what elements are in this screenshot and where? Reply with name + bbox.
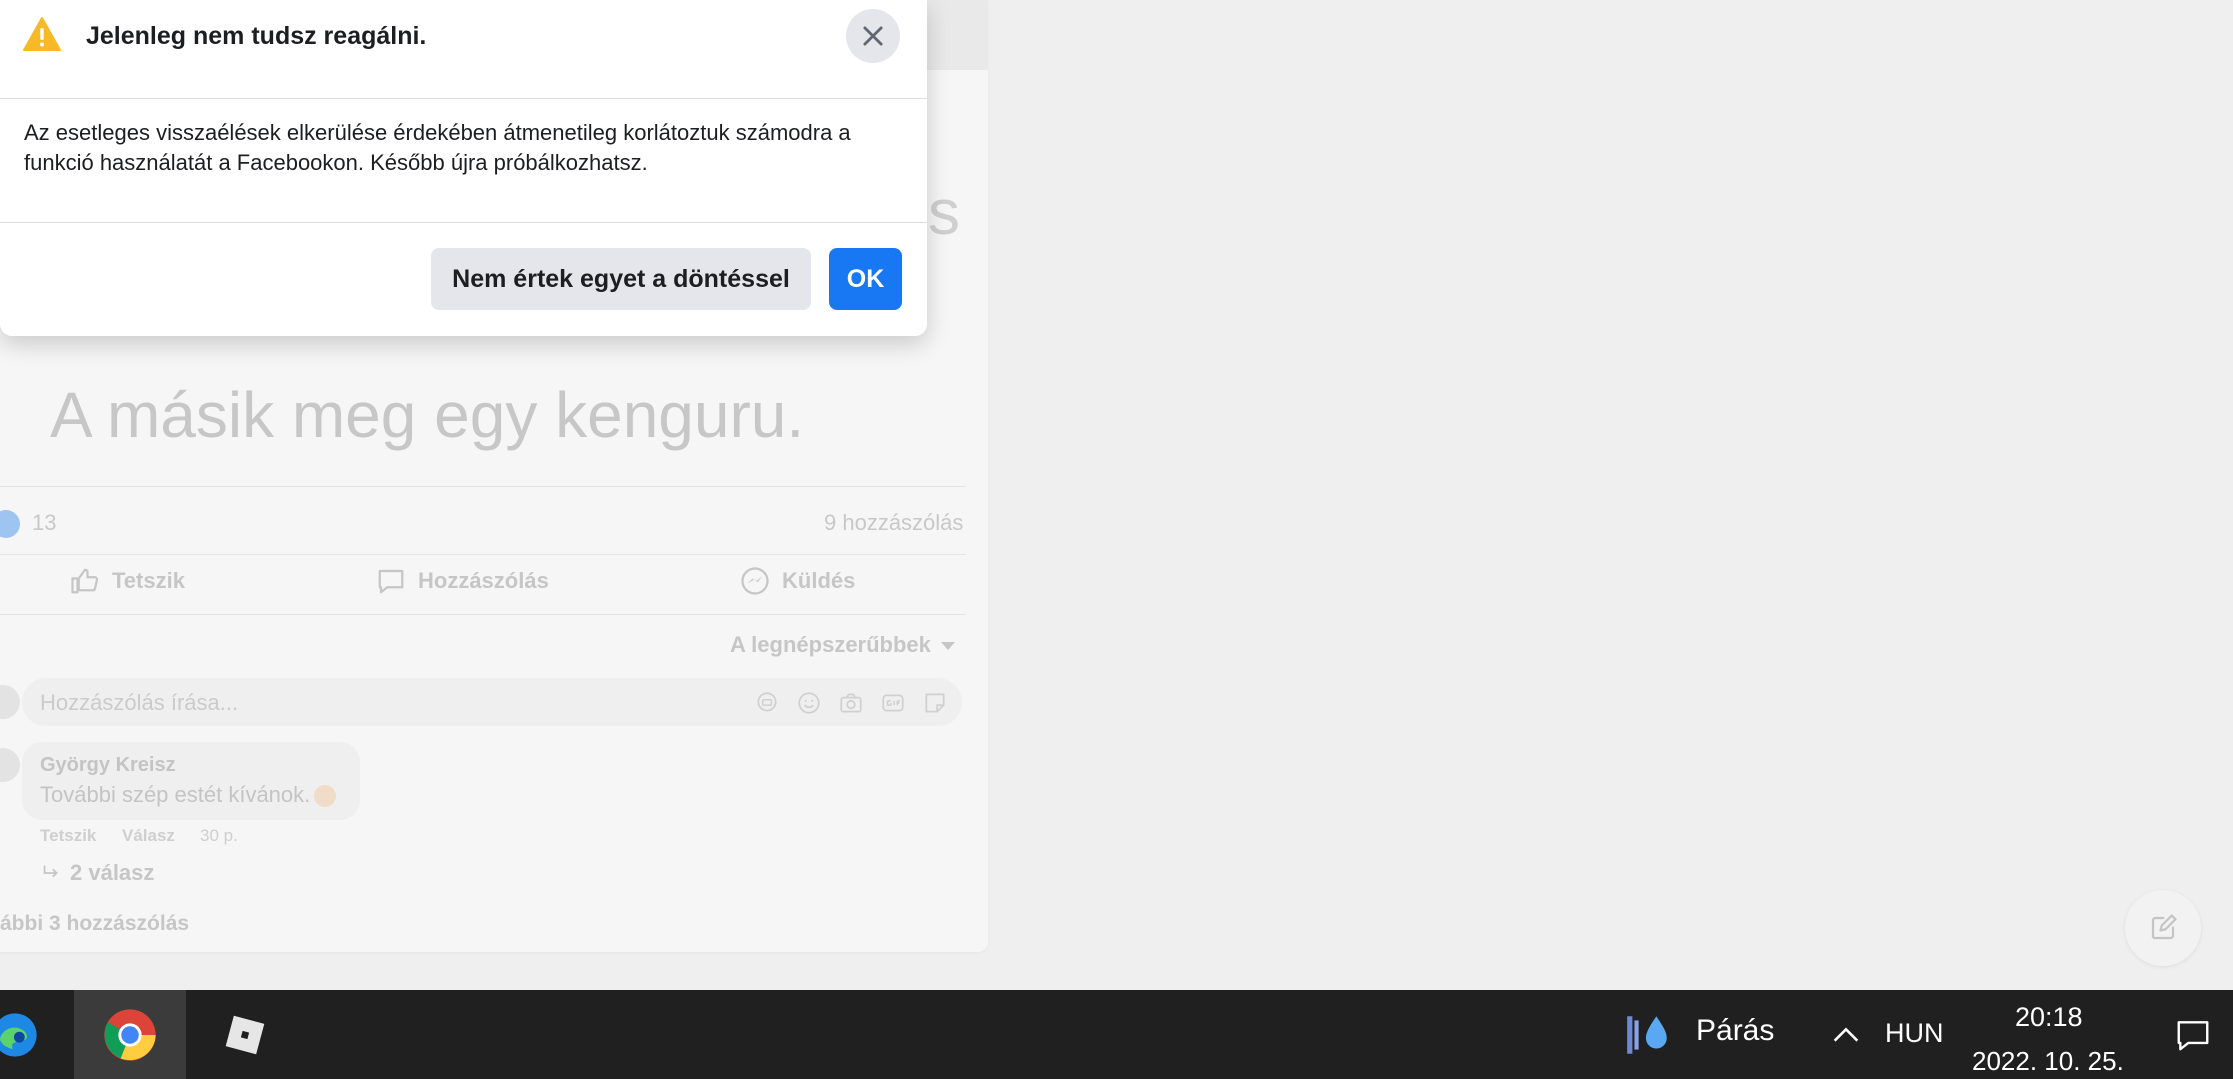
- comment-time[interactable]: 30 p.: [200, 826, 238, 846]
- speech-bubble-icon: [378, 569, 404, 594]
- thumbs-up-icon: [71, 568, 99, 594]
- weather-widget-icon-wrap[interactable]: [1622, 990, 1674, 1079]
- clock-date[interactable]: 2022. 10. 25.: [1972, 1046, 2124, 1077]
- edge-icon: [0, 1012, 37, 1057]
- comment-count[interactable]: 9 hozzászólás: [824, 510, 963, 536]
- divider: [0, 486, 966, 487]
- post-title-fragment: s: [928, 176, 960, 248]
- chrome-icon: [104, 1008, 156, 1061]
- notification-icon: [2177, 1020, 2209, 1050]
- sort-label: A legnépszerűbbek: [730, 632, 931, 657]
- warning-icon: [23, 17, 61, 51]
- chevron-up-icon: [1833, 1027, 1859, 1042]
- ok-button[interactable]: OK: [829, 248, 902, 310]
- like-label: Tetszik: [112, 568, 185, 593]
- post-image-edge: [926, 0, 988, 70]
- clapping-hands-emoji-icon: [314, 785, 337, 808]
- dialog-title: Jelenleg nem tudsz reagálni.: [86, 22, 427, 50]
- dialog-divider: [0, 98, 927, 99]
- reaction-blocked-dialog: Jelenleg nem tudsz reagálni. Az esetlege…: [0, 0, 927, 336]
- divider: [0, 554, 966, 555]
- comment-button[interactable]: Hozzászólás: [376, 566, 549, 596]
- action-center-button[interactable]: [2166, 990, 2220, 1079]
- comment-label: Hozzászólás: [418, 568, 549, 593]
- messenger-icon: [741, 567, 769, 595]
- reaction-count[interactable]: 13: [32, 510, 56, 536]
- dialog-divider: [0, 222, 927, 223]
- close-button[interactable]: [846, 9, 900, 63]
- disagree-button[interactable]: Nem értek egyet a döntéssel: [431, 248, 811, 310]
- comment-input-icons: [754, 690, 948, 716]
- comment-bubble: György Kreisz További szép estét kívánok…: [22, 742, 360, 820]
- send-label: Küldés: [782, 568, 856, 593]
- compose-icon: [2151, 914, 2177, 940]
- caret-down-icon: [940, 642, 955, 651]
- view-replies-link[interactable]: 2 válasz: [40, 860, 154, 886]
- taskbar-edge-button[interactable]: [0, 990, 50, 1079]
- view-more-comments-link[interactable]: ábbi 3 hozzászólás: [0, 912, 189, 936]
- comment-like-link[interactable]: Tetszik: [40, 826, 96, 846]
- replies-label: 2 válasz: [70, 860, 155, 885]
- dialog-message: Az esetleges visszaélések elkerülése érd…: [24, 120, 851, 175]
- comment-placeholder: Hozzászólás írása...: [40, 690, 239, 715]
- divider: [0, 614, 966, 615]
- new-message-button[interactable]: [2125, 890, 2201, 966]
- input-language[interactable]: HUN: [1885, 1018, 1944, 1049]
- comment-reply-link[interactable]: Válasz: [122, 826, 175, 846]
- show-hidden-icons-button[interactable]: [1826, 990, 1866, 1079]
- windows-taskbar: Párás HUN 20:18 2022. 10. 25.: [0, 990, 2233, 1079]
- weather-text[interactable]: Párás: [1696, 1014, 1774, 1048]
- close-icon: [863, 26, 883, 46]
- comment-text: További szép estét kívánok.: [40, 782, 337, 808]
- clock-time[interactable]: 20:18: [2015, 1002, 2083, 1033]
- like-reaction-icon[interactable]: [0, 510, 20, 538]
- taskbar-roblox-button[interactable]: [205, 990, 285, 1079]
- send-button[interactable]: Küldés: [740, 566, 855, 596]
- camera-icon[interactable]: [838, 690, 864, 716]
- post-text: A másik meg egy kenguru.: [50, 379, 805, 451]
- taskbar-chrome-button[interactable]: [74, 990, 186, 1079]
- reply-arrow-icon: [43, 865, 58, 878]
- sticker-icon[interactable]: [922, 690, 948, 716]
- gif-icon[interactable]: [880, 690, 906, 716]
- water-drops-icon: [1627, 1015, 1667, 1054]
- comment-input[interactable]: Hozzászólás írása...: [22, 678, 962, 726]
- current-user-avatar[interactable]: [0, 685, 20, 719]
- commenter-avatar[interactable]: [0, 748, 20, 782]
- roblox-icon: [225, 1015, 265, 1054]
- avatar-sticker-icon[interactable]: [754, 690, 780, 716]
- comment-author[interactable]: György Kreisz: [40, 754, 176, 777]
- like-button[interactable]: Tetszik: [70, 566, 185, 596]
- comment-sort-dropdown[interactable]: A legnépszerűbbek: [730, 632, 955, 658]
- emoji-icon[interactable]: [796, 690, 822, 716]
